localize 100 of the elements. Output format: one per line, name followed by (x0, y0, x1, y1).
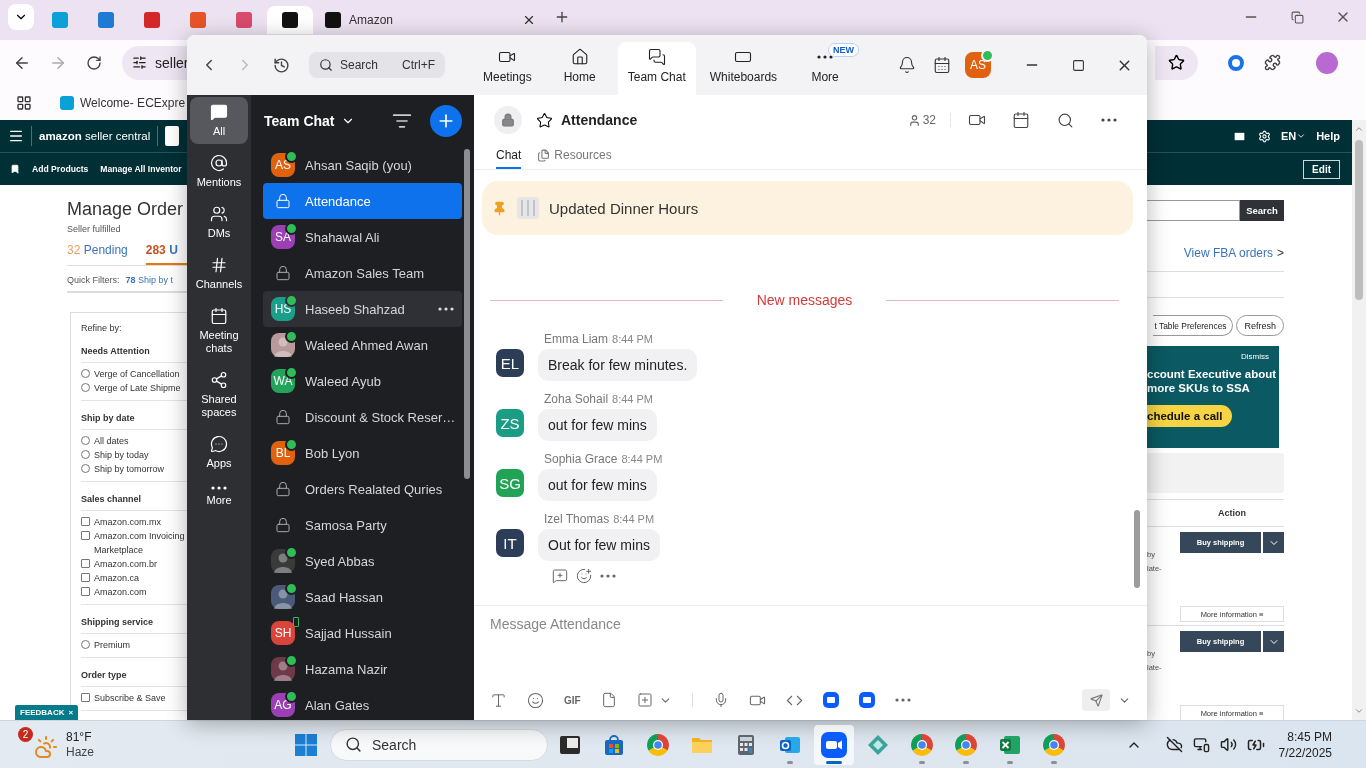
tab[interactable]: Chat (496, 148, 522, 169)
list-title-button[interactable]: Team Chat (264, 113, 355, 129)
fba-link[interactable]: View FBA orders (1183, 246, 1273, 260)
language-menu[interactable]: EN (1280, 130, 1297, 142)
pill-button[interactable]: t Table Preferences (1153, 315, 1234, 336)
weather-condition: Haze (66, 744, 94, 760)
option-label: Amazon.com Invoicing Marketplace (94, 530, 186, 557)
sidebar-item[interactable]: Mentions (190, 148, 248, 195)
option-label: Subscribe & Save (94, 692, 167, 705)
option-label: Amazon.com.mx (94, 516, 163, 529)
new-badge: NEW (828, 43, 860, 57)
filter-label: Quick Filters: (67, 275, 120, 285)
avatar: IT (496, 529, 524, 557)
search-button[interactable]: Search (1240, 200, 1284, 221)
nav-link[interactable]: Manage All Inventor (100, 164, 182, 174)
feedback-link[interactable]: FEEDBACK (20, 708, 65, 717)
sender-name: Emma Liam (544, 332, 608, 346)
shortcut-hint: Ctrl+F (402, 58, 435, 72)
message-time: 8:44 PM (612, 333, 653, 345)
browser-tab[interactable]: Amazon (313, 6, 546, 34)
chat-list-item[interactable]: WA Waleed Ayub (263, 363, 462, 399)
chat-list-item[interactable]: Orders Realated Quries (263, 471, 462, 507)
channel-title: Attendance (561, 112, 638, 128)
sidebar-item[interactable]: Shared spaces (190, 365, 248, 425)
column-header: Action (1217, 508, 1247, 518)
sidebar-item[interactable]: More (190, 480, 248, 513)
sidebar-item[interactable]: Apps (190, 429, 248, 476)
chat-list-item[interactable]: Saad Hassan (263, 579, 462, 615)
message-bubble: Out for few mins (538, 529, 660, 561)
clock-time[interactable]: 8:45 PM (1287, 728, 1332, 745)
dismiss-link[interactable]: Dismiss (1241, 352, 1269, 361)
pinned-title: Updated Dinner Hours (549, 199, 699, 217)
avatar: ZS (496, 409, 524, 437)
subtitle: Seller fulfilled (67, 224, 122, 234)
sidebar-item[interactable]: Meeting chats (190, 301, 248, 361)
option-label: All dates (94, 435, 130, 448)
chat-list-item[interactable]: BL Bob Lyon (263, 435, 462, 471)
sidebar-item[interactable]: Channels (190, 250, 248, 297)
temperature: 81°F (66, 729, 93, 745)
status-tab[interactable]: 32 Pending (67, 243, 128, 265)
sender-name: Izel Thomas (544, 512, 610, 526)
option-label: Premium (94, 639, 131, 652)
nav-tab[interactable]: Whiteboards (699, 42, 788, 95)
avatar: SH (271, 621, 295, 645)
chat-list-item[interactable]: SH Sajjad Hussain (263, 615, 462, 651)
option-label: Ship by tomorrow (94, 463, 166, 476)
chevron-text: > (1277, 246, 1284, 260)
option-label: Amazon.com (94, 586, 148, 599)
schedule-button[interactable]: chedule a call (1147, 405, 1233, 427)
chat-list-item[interactable]: Attendance (263, 183, 462, 219)
new-messages-divider: New messages (756, 292, 853, 308)
sidebar-item[interactable]: All (190, 97, 248, 144)
sidebar-item[interactable]: DMs (190, 199, 248, 246)
option-label: Verge of Cancellation (94, 368, 181, 381)
members-button[interactable]: 32 (907, 113, 951, 127)
user-avatar[interactable]: AS (965, 52, 991, 78)
chat-list-item[interactable]: Samosa Party (263, 507, 462, 543)
close-button[interactable]: × (68, 708, 74, 717)
chat-list-item[interactable]: Hazama Nazir (263, 651, 462, 687)
logo: amazon seller central (39, 130, 151, 142)
gif-button[interactable]: GIF (564, 694, 581, 706)
tab[interactable]: Resources (537, 148, 612, 169)
chat-list-item[interactable]: Discount & Stock Reser… (263, 399, 462, 435)
edit-button[interactable]: Edit (1303, 159, 1340, 179)
option-label: Amazon.ca (94, 572, 141, 585)
avatar: EL (496, 349, 524, 377)
help-link[interactable]: Help (1316, 130, 1340, 142)
search-placeholder: Search (340, 58, 379, 72)
search-field[interactable]: Search Ctrl+F (309, 52, 445, 78)
search-placeholder: Search (372, 736, 417, 753)
nav-tab[interactable]: Team Chat (617, 42, 696, 95)
sender-name: Zoha Sohail (544, 392, 609, 406)
nav-tab[interactable]: NEW More (791, 42, 860, 95)
message-time: 8:44 PM (621, 453, 663, 465)
chat-list-item[interactable]: Waleed Ahmed Awan (263, 327, 462, 363)
sender-name: Sophia Grace (544, 452, 618, 466)
clock-date[interactable]: 7/22/2025 (1278, 744, 1332, 761)
message-time: 8:44 PM (613, 513, 655, 525)
bookmark-link[interactable]: Welcome- ECExpre (80, 95, 186, 110)
option-label: Verge of Late Shipme (94, 382, 182, 395)
message-time: 8:44 PM (612, 393, 653, 405)
nav-tab[interactable]: Meetings (473, 42, 542, 95)
message-bubble: Break for few minutes. (538, 349, 698, 381)
message-bubble: out for few mins (538, 469, 657, 501)
message-bubble: out for few mins (538, 409, 657, 441)
taskbar-search[interactable]: Search (330, 728, 548, 761)
nav-link[interactable]: Add Products (32, 164, 89, 174)
filter-link[interactable]: 78 Ship by t (125, 275, 174, 285)
pill-button[interactable]: Refresh (1236, 315, 1284, 336)
notification-badge: 2 (18, 726, 33, 742)
chat-list-item[interactable]: Amazon Sales Team (263, 255, 462, 291)
panel-title: Refine by: (81, 323, 123, 333)
chat-list-item[interactable]: SA Shahawal Ali (263, 219, 462, 255)
page-title: Manage Order (67, 199, 185, 220)
nav-tab[interactable]: Home (545, 42, 614, 95)
avatar: WA (271, 369, 295, 393)
avatar: SG (496, 469, 524, 497)
chat-list-item[interactable]: Syed Abbas (263, 543, 462, 579)
option-label: Amazon.com.br (94, 558, 159, 571)
pinned-banner[interactable]: Updated Dinner Hours (482, 181, 1133, 235)
